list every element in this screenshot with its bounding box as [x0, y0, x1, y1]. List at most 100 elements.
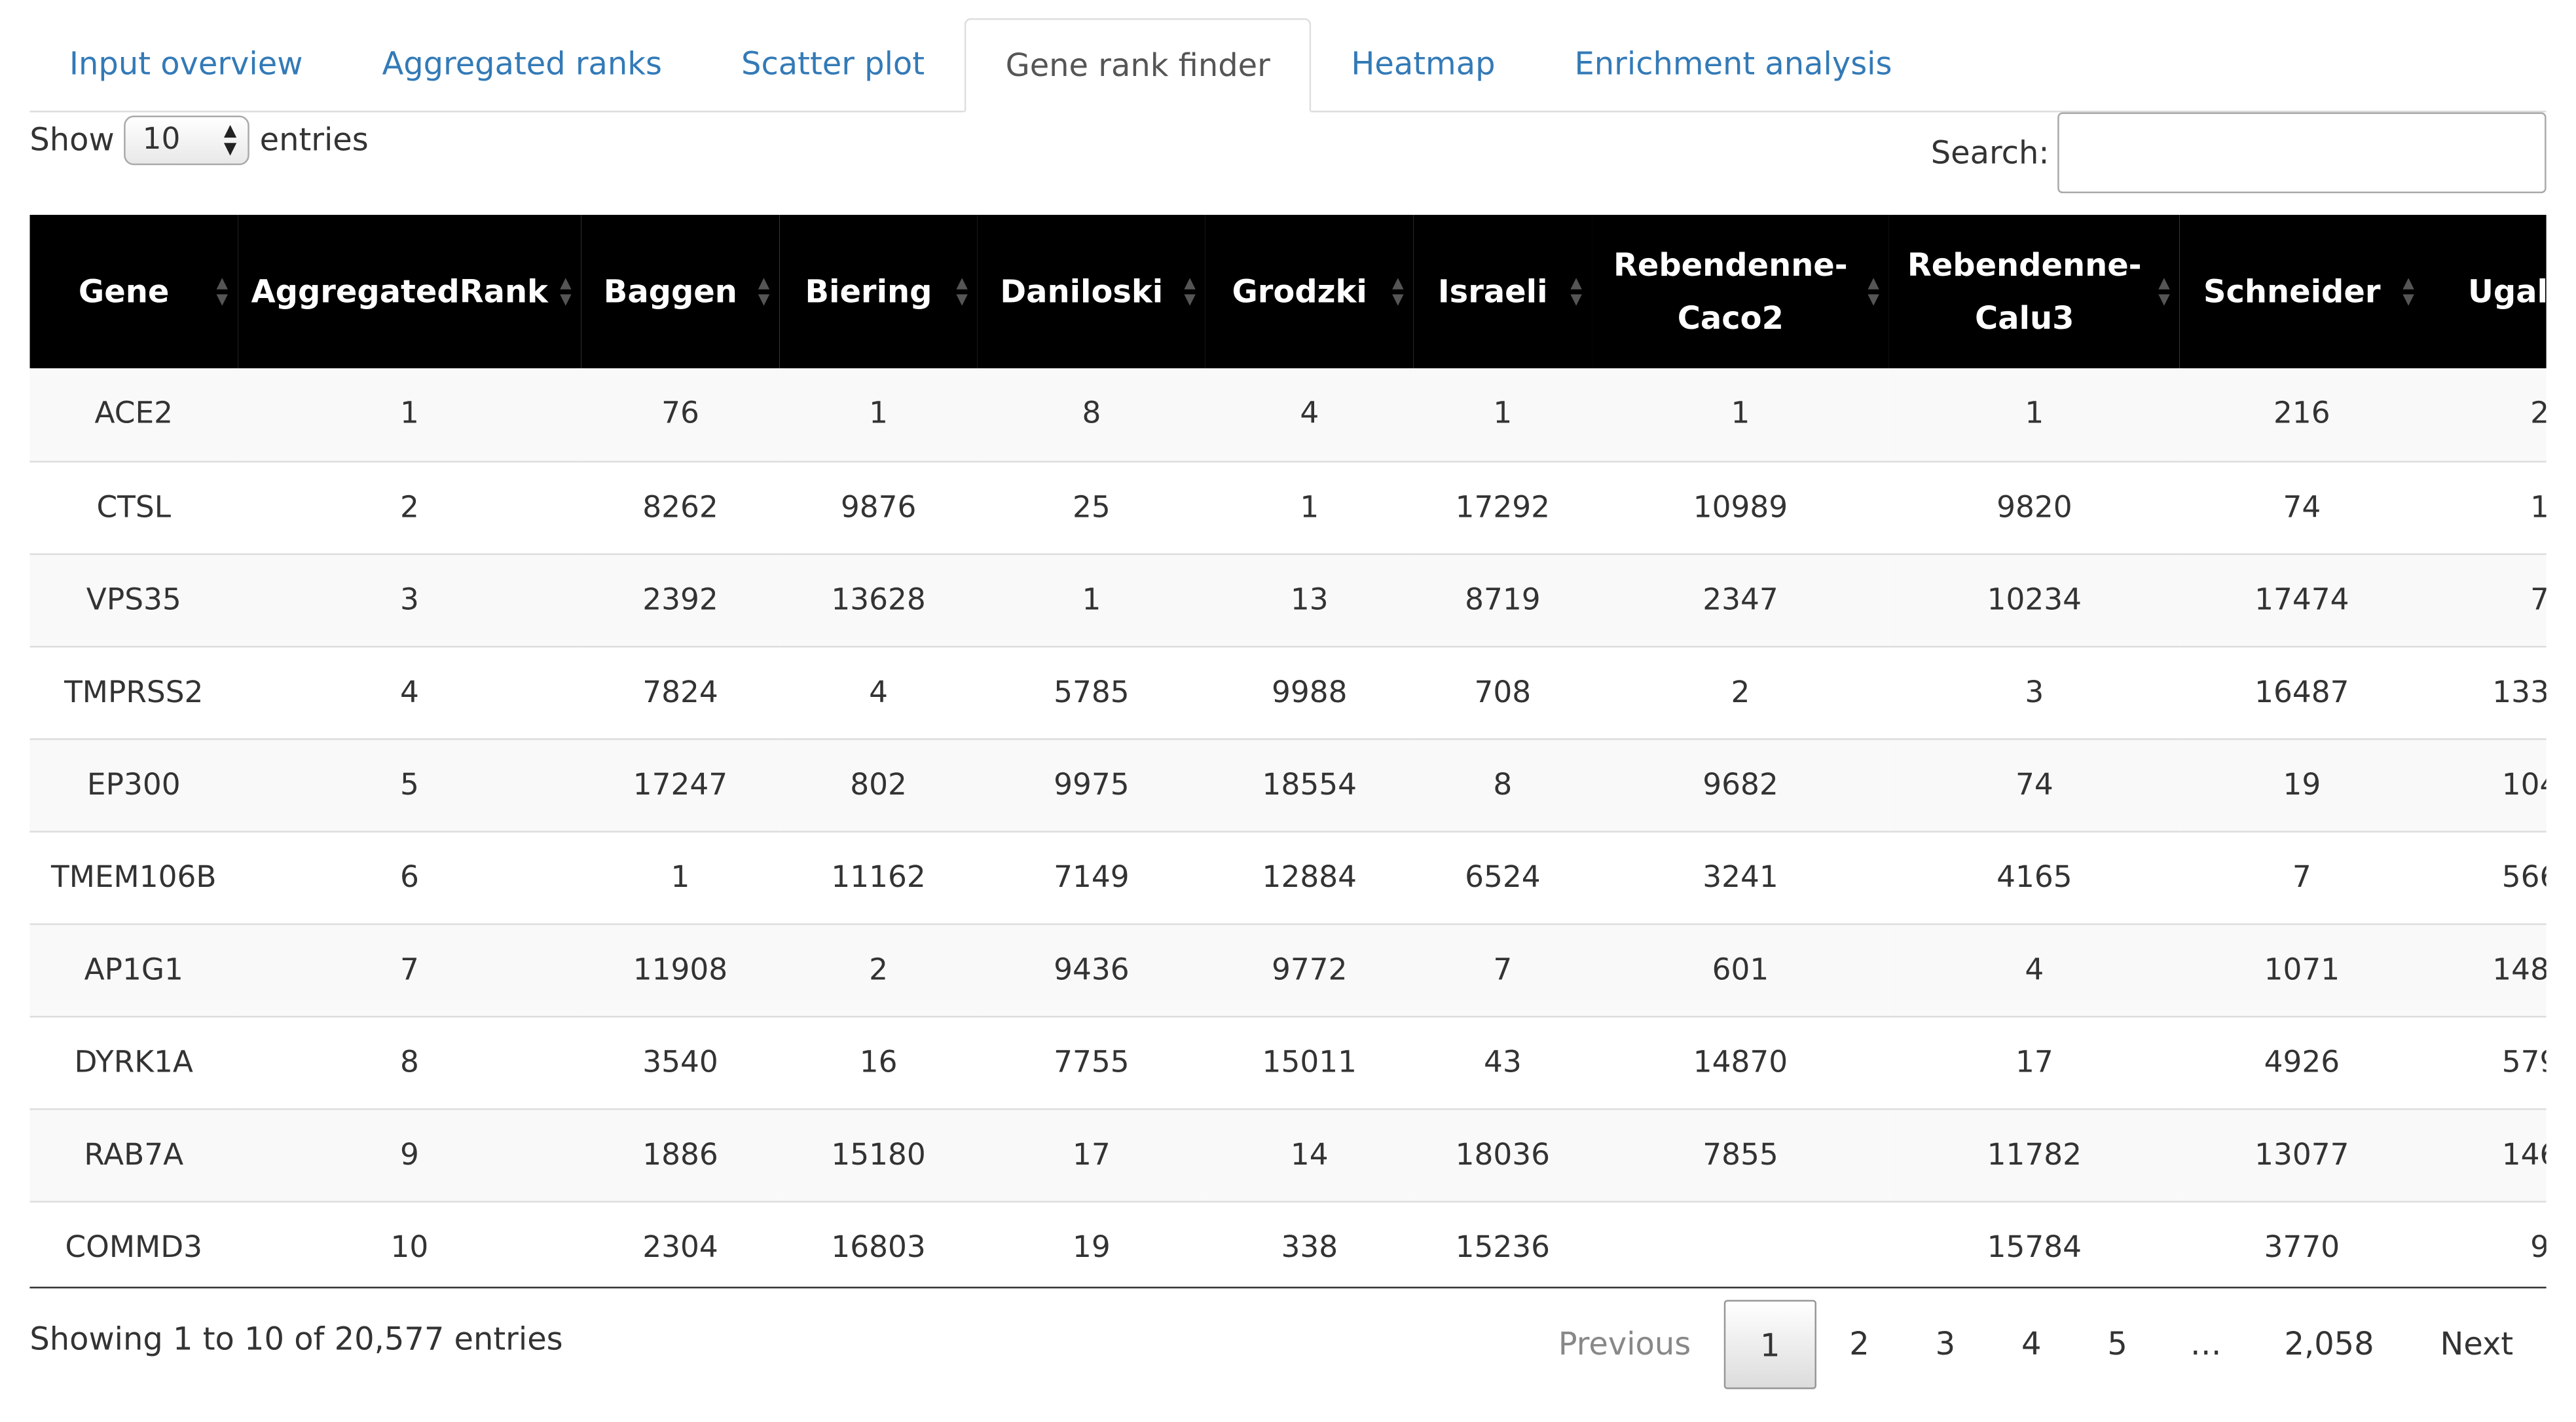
table-cell: 1 [399, 396, 419, 432]
tab-enrichment-analysis[interactable]: Enrichment analysis [1535, 18, 1932, 111]
table-cell: 13077 [2254, 1137, 2349, 1172]
column-header-label: Baggen [603, 273, 737, 310]
table-row: RAB7A 9 1886 15180 17 14 18036 7855 11782 13077 14… [29, 1108, 2547, 1201]
table-cell: 802 [850, 767, 907, 802]
table-cell: 1 [1082, 582, 1101, 617]
column-header-biering[interactable]: Biering ▲ ▼ [779, 215, 978, 369]
table-cell: 16487 [2254, 675, 2349, 710]
table-cell: 12884 [1262, 859, 1357, 895]
page-button-5[interactable]: 5 [2074, 1300, 2160, 1389]
table-cell: 74 [2015, 767, 2053, 802]
table-cell: 1 [671, 859, 690, 895]
page-button-last[interactable]: 2,058 [2251, 1300, 2407, 1389]
table-cell: 7855 [1702, 1137, 1778, 1172]
table-row: CTSL 2 8262 9876 25 1 17292 10989 9820 74 1 [29, 460, 2547, 553]
column-header-label: Ugalde [2467, 273, 2547, 310]
table-cell: 76 [661, 396, 699, 432]
entries-per-page-select[interactable]: 10 ▲ ▼ [124, 115, 250, 166]
page-button-4[interactable]: 4 [1989, 1300, 2074, 1389]
table-cell: 2 [869, 952, 889, 987]
column-header-rebendenne-calu3[interactable]: Rebendenne-Calu3 ▲ ▼ [1889, 215, 2180, 369]
table-cell: 9436 [1054, 952, 1130, 987]
previous-page-button[interactable]: Previous [1525, 1300, 1723, 1389]
table-row: AP1G1 7 11908 2 9436 9772 7 601 4 1071 14849 [29, 923, 2547, 1016]
table-cell: COMMD3 [65, 1229, 203, 1265]
table-cell: 5793 [2501, 1045, 2547, 1079]
tab-input-overview[interactable]: Input overview [29, 18, 342, 111]
table-cell: 9988 [1272, 675, 1348, 710]
table-cell: 1 [2025, 396, 2044, 432]
column-header-label: Grodzki [1232, 273, 1367, 310]
table-cell: 13328 [2492, 675, 2546, 710]
table-cell: 4 [1300, 396, 1319, 432]
table-cell: 17292 [1455, 489, 1551, 525]
page-button-1[interactable]: 1 [1723, 1300, 1816, 1389]
column-header-aggregatedrank[interactable]: AggregatedRank ▲ ▼ [238, 215, 581, 369]
table-cell: 7755 [1054, 1045, 1130, 1079]
sort-icon: ▲ ▼ [560, 274, 572, 309]
table-cell: 9772 [1272, 952, 1348, 987]
table-cell: 9 [399, 1137, 419, 1172]
column-header-label: AggregatedRank [251, 273, 548, 310]
table-cell: 3 [2025, 675, 2044, 710]
tab-aggregated-ranks[interactable]: Aggregated ranks [342, 18, 702, 111]
entries-label: entries [259, 122, 369, 159]
page-button-2[interactable]: 2 [1816, 1300, 1902, 1389]
column-header-baggen[interactable]: Baggen ▲ ▼ [581, 215, 780, 369]
table-cell: 25 [1073, 489, 1111, 525]
sort-icon: ▲ ▼ [1570, 274, 1582, 309]
column-header-gene[interactable]: Gene ▲ ▼ [29, 215, 238, 369]
column-header-grodzki[interactable]: Grodzki ▲ ▼ [1205, 215, 1414, 369]
page-button-3[interactable]: 3 [1902, 1300, 1988, 1389]
table-cell: CTSL [96, 489, 172, 525]
column-header-label: Rebendenne-Caco2 [1613, 247, 1848, 337]
table-cell: 1886 [642, 1137, 718, 1172]
tab-heatmap[interactable]: Heatmap [1312, 18, 1535, 111]
results-table-container: Gene ▲ ▼ AggregatedRank ▲ ▼ Baggen ▲ ▼ Biering ▲ ▼ D… [29, 214, 2547, 1289]
sort-icon: ▲ ▼ [758, 274, 770, 309]
column-header-rebendenne-caco2[interactable]: Rebendenne-Caco2 ▲ ▼ [1592, 215, 1889, 369]
tab-scatter-plot[interactable]: Scatter plot [702, 18, 965, 111]
table-cell: 14870 [1693, 1045, 1788, 1079]
table-cell: 6 [399, 859, 419, 895]
table-bottom-border [29, 1286, 2547, 1289]
table-cell: 11162 [831, 859, 926, 895]
table-cell: 15784 [1987, 1229, 2082, 1265]
column-header-ugalde[interactable]: Ugalde▲▼ [2424, 215, 2547, 369]
table-cell: 14 [1290, 1137, 1329, 1172]
table-cell: 8 [1493, 767, 1513, 802]
table-cell: 13628 [831, 582, 926, 617]
table-cell: 7 [2424, 553, 2547, 646]
table-cell: 6524 [1465, 859, 1541, 895]
table-cell: 4 [399, 675, 419, 710]
table-cell: 3241 [1702, 859, 1778, 895]
table-cell: 43 [1483, 1045, 1522, 1079]
tab-gene-rank-finder[interactable]: Gene rank finder [964, 18, 1312, 113]
table-cell: 18036 [1455, 1137, 1551, 1172]
table-cell: 7 [1493, 952, 1513, 987]
table-cell: 1 [2424, 461, 2547, 553]
table-cell: 1 [869, 396, 889, 432]
column-header-schneider[interactable]: Schneider ▲ ▼ [2180, 215, 2424, 369]
column-header-israeli[interactable]: Israeli ▲ ▼ [1414, 215, 1592, 369]
show-label: Show [29, 122, 115, 159]
search-input[interactable] [2057, 112, 2547, 194]
table-cell: 7149 [1054, 859, 1130, 895]
table-info: Showing 1 to 10 of 20,577 entries [29, 1321, 563, 1358]
table-cell: 1 [1493, 396, 1513, 432]
column-header-daniloski[interactable]: Daniloski ▲ ▼ [978, 215, 1205, 369]
table-row: COMMD3 10 2304 16803 19 338 15236 15784 3770 9 [29, 1201, 2547, 1289]
table-cell: TMEM106B [50, 859, 217, 895]
table-cell: 74 [2283, 489, 2321, 525]
next-page-button[interactable]: Next [2407, 1300, 2547, 1389]
table-cell: 16 [859, 1045, 898, 1079]
column-header-label: Biering [805, 273, 932, 310]
sort-icon: ▲ ▼ [216, 274, 229, 309]
table-cell: 9820 [1996, 489, 2072, 525]
table-body: ACE21761841112162CTSL2826298762511729210… [29, 368, 2547, 1289]
table-cell: 3540 [642, 1045, 718, 1079]
table-cell: 8719 [1465, 582, 1541, 617]
table-row: VPS35 3 2392 13628 1 13 8719 2347 10234 17474 7 [29, 553, 2547, 646]
table-cell: 1 [1731, 396, 1750, 432]
gene-rank-finder-page: Input overview Aggregated ranks Scatter pl… [0, 0, 2576, 1422]
